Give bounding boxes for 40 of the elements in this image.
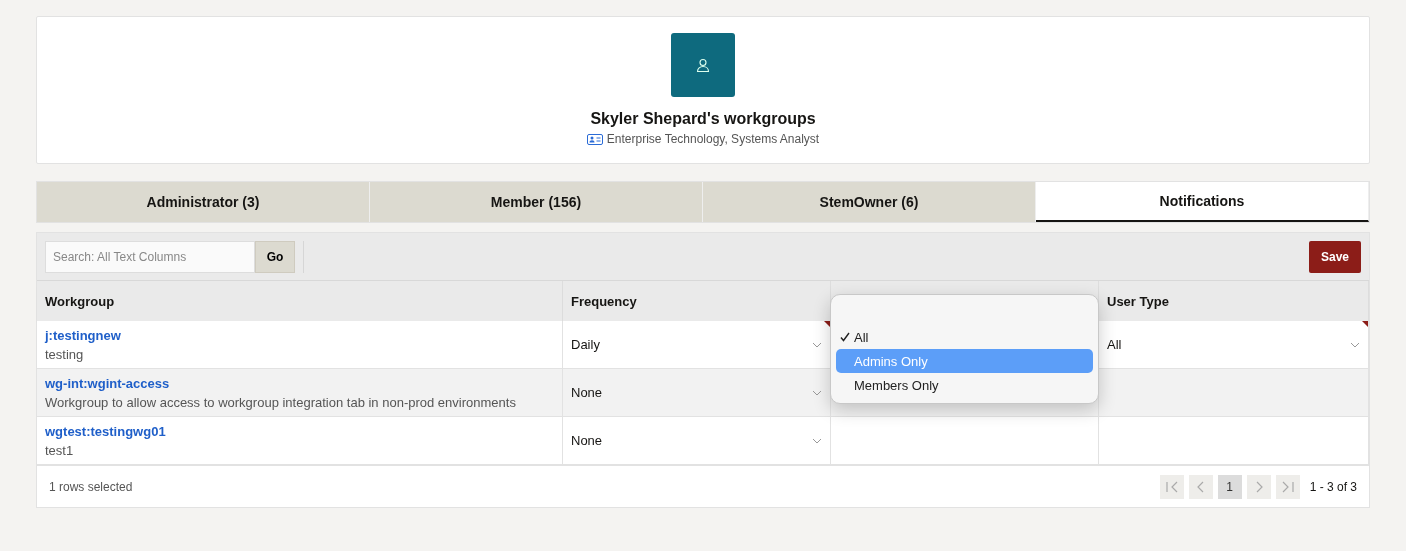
- tab[interactable]: StemOwner (6): [703, 182, 1036, 222]
- search-field[interactable]: Search: All Text Columns: [45, 240, 255, 273]
- save-button[interactable]: Save: [1308, 240, 1361, 273]
- menu-option[interactable]: Members Only: [836, 373, 1093, 397]
- column-title: User Type: [1107, 293, 1169, 309]
- first-page-button[interactable]: [1159, 474, 1184, 499]
- menu-option[interactable]: All: [836, 325, 1093, 349]
- tab[interactable]: Notifications: [1036, 182, 1369, 222]
- workgroup-link[interactable]: wgtest:testingwg01: [45, 423, 554, 439]
- first-page-icon: [1164, 480, 1179, 493]
- id-card-icon: [586, 133, 603, 145]
- tab[interactable]: Administrator (3): [37, 182, 370, 222]
- workgroup-description: test1: [45, 442, 75, 458]
- profile-title: Skyler Shepard's workgroups: [590, 110, 816, 128]
- go-button[interactable]: Go: [255, 240, 295, 273]
- last-page-icon: [1280, 480, 1295, 493]
- workgroup-description: testing: [45, 346, 85, 362]
- workgroup-description: Workgroup to allow access to workgroup integration tab in non-prod environments: [45, 394, 517, 410]
- last-page-button[interactable]: [1275, 474, 1300, 499]
- user-type-select[interactable]: All: [1099, 321, 1369, 369]
- chevron-down-icon: [812, 437, 822, 444]
- profile-subtitle: Enterprise Technology, Systems Analyst: [606, 132, 820, 146]
- page-button[interactable]: 1: [1217, 474, 1242, 499]
- selection-count: 1 rows selected: [49, 479, 133, 494]
- page-range: 1 - 3 of 3: [1309, 479, 1357, 494]
- column-title: Workgroup: [45, 293, 115, 309]
- frequency-select[interactable]: None: [563, 369, 831, 417]
- workgroup-link[interactable]: wg-int:wgint-access: [45, 375, 554, 391]
- frequency-select[interactable]: Daily: [563, 321, 831, 369]
- tab[interactable]: Member (156): [370, 182, 703, 222]
- next-page-button[interactable]: [1246, 474, 1271, 499]
- chevron-down-icon: [812, 341, 822, 348]
- chevron-down-icon: [812, 389, 822, 396]
- frequency-select[interactable]: None: [563, 417, 831, 465]
- workgroup-link[interactable]: j:testingnew: [45, 327, 554, 343]
- chevron-down-icon: [1350, 341, 1360, 348]
- previous-page-button[interactable]: [1188, 474, 1213, 499]
- user-icon: [696, 58, 710, 72]
- changed-marker: [1362, 321, 1368, 327]
- column-title: Frequency: [571, 293, 637, 309]
